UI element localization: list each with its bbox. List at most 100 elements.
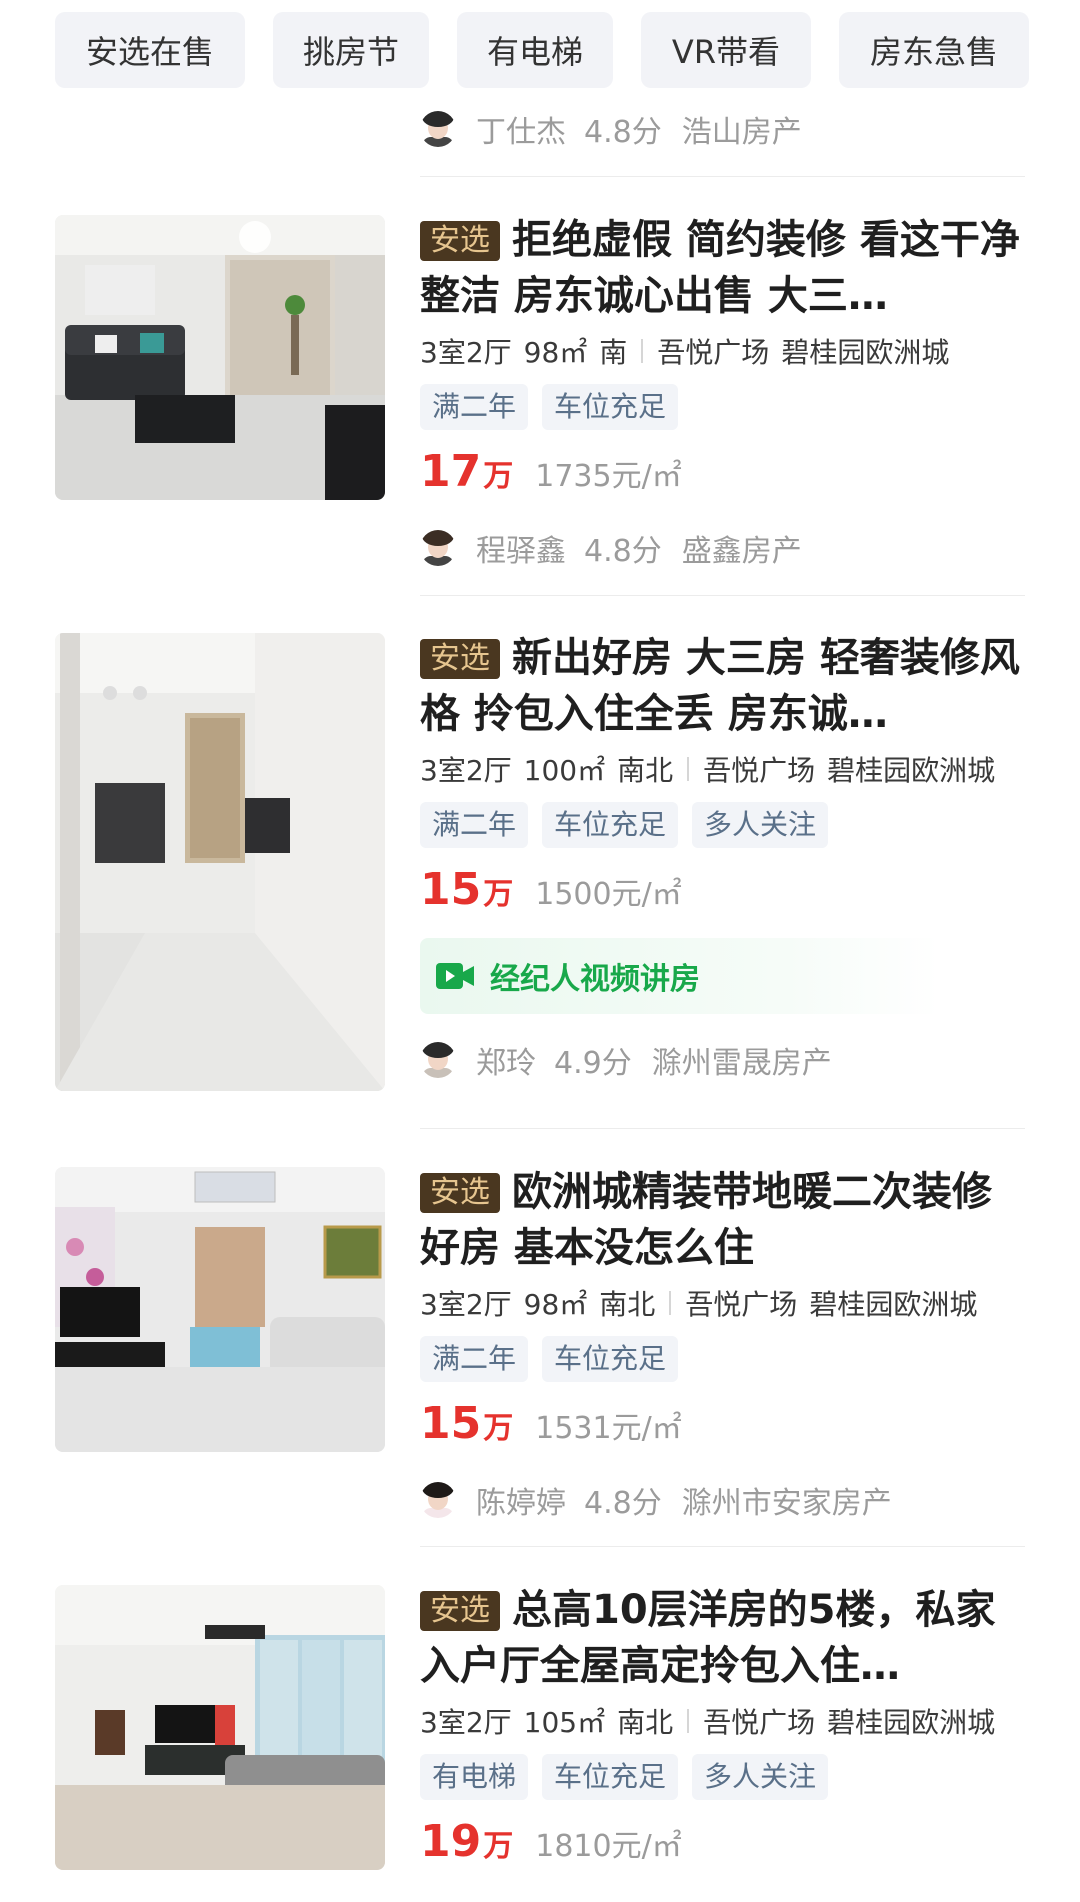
floor-area: 100㎡ [523, 754, 606, 787]
agent-avatar [420, 1482, 456, 1518]
district: 吾悦广场 [703, 1706, 816, 1739]
anxuan-badge: 安选 [420, 221, 500, 261]
orientation: 南北 [599, 1288, 656, 1321]
spec-separator [687, 1709, 690, 1733]
agent-avatar [420, 530, 456, 566]
feature-tag: 满二年 [420, 384, 529, 430]
agent-score: 4.9分 [554, 1046, 632, 1081]
room-layout: 3室2厅 [420, 754, 512, 787]
filter-bar: 安选在售 挑房节 有电梯 VR带看 房东急售 [0, 0, 1080, 100]
price-row: 17 万 1735元/㎡ [420, 446, 1030, 502]
community-name: 碧桂园欧洲城 [827, 1706, 996, 1739]
total-price: 19 [420, 1816, 482, 1867]
price-row: 19 万 1810元/㎡ [420, 1816, 1030, 1872]
listing-title: 总高10层洋房的5楼，私家入户厅全屋高定拎包入住… [420, 1587, 996, 1689]
feature-tag: 多人关注 [692, 802, 829, 848]
community-name: 碧桂园欧洲城 [827, 754, 996, 787]
district: 吾悦广场 [685, 1288, 798, 1321]
anxuan-badge: 安选 [420, 639, 500, 679]
spec-separator [669, 1291, 672, 1315]
listing-title-block: 安选 新出好房 大三房 轻奢装修风格 拎包入住全丢 房东诚… [420, 630, 1030, 742]
floor-area: 98㎡ [523, 336, 588, 369]
filter-chip-vr-tour[interactable]: VR带看 [641, 12, 811, 88]
listing-photo [55, 215, 385, 500]
feature-tag: 车位充足 [542, 802, 679, 848]
floor-area: 98㎡ [523, 1288, 588, 1321]
listing-photo [55, 1585, 385, 1870]
district: 吾悦广场 [657, 336, 770, 369]
price-unit: 万 [483, 1411, 514, 1446]
floor-area: 105㎡ [523, 1706, 606, 1739]
listing-title-block: 安选 欧洲城精装带地暖二次装修好房 基本没怎么住 [420, 1164, 1030, 1276]
previous-listing-agent[interactable]: 丁仕杰 4.8分 浩山房产 [420, 104, 802, 154]
price-row: 15 万 1500元/㎡ [420, 864, 1030, 920]
listing-info: 安选 拒绝虚假 简约装修 看这干净整洁 房东诚心出售 大三… 3室2厅 98㎡ 南… [420, 212, 1030, 574]
video-camera-icon [436, 963, 474, 989]
listing-tags: 满二年 车位充足 [420, 1336, 1030, 1382]
listing-title: 新出好房 大三房 轻奢装修风格 拎包入住全丢 房东诚… [420, 635, 1020, 737]
listing-photo [55, 1167, 385, 1452]
listing-info: 安选 新出好房 大三房 轻奢装修风格 拎包入住全丢 房东诚… 3室2厅 100㎡ … [420, 630, 1030, 1086]
agent-video-button[interactable]: 经纪人视频讲房 [420, 938, 940, 1014]
spec-separator [641, 339, 644, 363]
listing-specs: 3室2厅 98㎡ 南 吾悦广场 碧桂园欧洲城 [420, 328, 1030, 374]
filter-chip-owner-urgent-sale[interactable]: 房东急售 [839, 12, 1029, 88]
listing-tags: 有电梯 车位充足 多人关注 [420, 1754, 1030, 1800]
filter-chip-anxuan-on-sale[interactable]: 安选在售 [55, 12, 245, 88]
listing-divider [420, 595, 1025, 596]
agent-company: 盛鑫房产 [681, 534, 802, 569]
anxuan-badge: 安选 [420, 1173, 500, 1213]
listing-agent[interactable]: 程驿鑫 4.8分 盛鑫房产 [420, 522, 1030, 574]
filter-chip-elevator[interactable]: 有电梯 [457, 12, 613, 88]
video-label: 经纪人视频讲房 [490, 962, 700, 997]
price-unit: 万 [483, 459, 514, 494]
agent-company: 滁州市安家房产 [681, 1486, 892, 1521]
spec-separator [687, 757, 690, 781]
orientation: 南北 [617, 1706, 674, 1739]
listing-info: 安选 总高10层洋房的5楼，私家入户厅全屋高定拎包入住… 3室2厅 105㎡ 南北… [420, 1582, 1030, 1872]
feature-tag: 满二年 [420, 802, 529, 848]
feature-tag: 车位充足 [542, 1754, 679, 1800]
agent-name: 郑玲 [476, 1046, 536, 1081]
listing-specs: 3室2厅 100㎡ 南北 吾悦广场 碧桂园欧洲城 [420, 746, 1030, 792]
listing-title: 拒绝虚假 简约装修 看这干净整洁 房东诚心出售 大三… [420, 217, 1020, 319]
unit-price: 1500元/㎡ [535, 877, 682, 912]
listing-divider [420, 1546, 1025, 1547]
agent-name: 丁仕杰 [476, 115, 566, 150]
agent-name: 陈婷婷 [476, 1486, 566, 1521]
feature-tag: 多人关注 [692, 1754, 829, 1800]
orientation: 南 [599, 336, 628, 369]
total-price: 15 [420, 1398, 482, 1449]
listing-photo [55, 633, 385, 1091]
agent-avatar [420, 111, 456, 147]
listing-specs: 3室2厅 98㎡ 南北 吾悦广场 碧桂园欧洲城 [420, 1280, 1030, 1326]
agent-company: 滁州雷晟房产 [651, 1046, 832, 1081]
listing-tags: 满二年 车位充足 多人关注 [420, 802, 1030, 848]
listing-agent[interactable]: 郑玲 4.9分 滁州雷晟房产 [420, 1034, 1030, 1086]
price-unit: 万 [483, 1829, 514, 1864]
listing-divider [420, 1128, 1025, 1129]
total-price: 17 [420, 446, 482, 497]
listing-tags: 满二年 车位充足 [420, 384, 1030, 430]
room-layout: 3室2厅 [420, 336, 512, 369]
unit-price: 1531元/㎡ [535, 1411, 682, 1446]
feature-tag: 有电梯 [420, 1754, 529, 1800]
agent-avatar [420, 1042, 456, 1078]
listing-divider [420, 176, 1025, 177]
anxuan-badge: 安选 [420, 1591, 500, 1631]
feature-tag: 满二年 [420, 1336, 529, 1382]
agent-name: 程驿鑫 [476, 534, 566, 569]
feature-tag: 车位充足 [542, 1336, 679, 1382]
room-layout: 3室2厅 [420, 1288, 512, 1321]
agent-score: 4.8分 [584, 115, 662, 150]
agent-score: 4.8分 [584, 534, 662, 569]
listing-title-block: 安选 总高10层洋房的5楼，私家入户厅全屋高定拎包入住… [420, 1582, 1030, 1694]
orientation: 南北 [617, 754, 674, 787]
listing-title: 欧洲城精装带地暖二次装修好房 基本没怎么住 [420, 1169, 992, 1271]
filter-chip-house-festival[interactable]: 挑房节 [273, 12, 429, 88]
community-name: 碧桂园欧洲城 [809, 1288, 978, 1321]
listing-agent[interactable]: 陈婷婷 4.8分 滁州市安家房产 [420, 1474, 1030, 1526]
listing-title-block: 安选 拒绝虚假 简约装修 看这干净整洁 房东诚心出售 大三… [420, 212, 1030, 324]
feature-tag: 车位充足 [542, 384, 679, 430]
price-unit: 万 [483, 877, 514, 912]
